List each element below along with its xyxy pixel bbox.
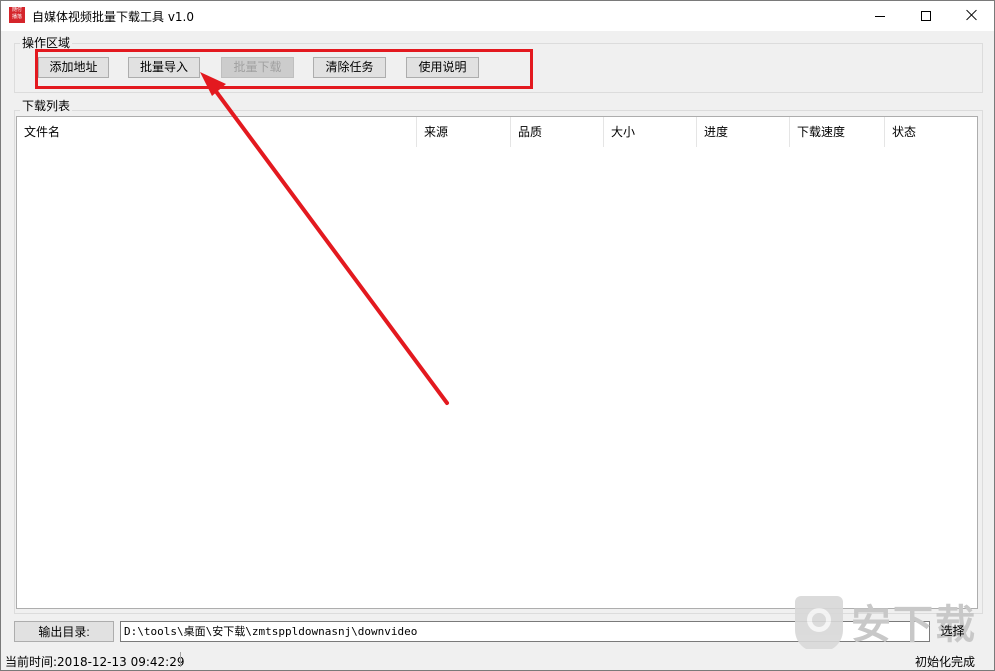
status-bar: 当前时间:2018-12-13 09:42:29 初始化完成 bbox=[1, 649, 994, 670]
minimize-button[interactable] bbox=[857, 1, 903, 31]
window-title: 自媒体视频批量下载工具 v1.0 bbox=[32, 10, 195, 24]
column-download-speed[interactable]: 下载速度 bbox=[790, 117, 885, 147]
app-icon: 随付 播落 bbox=[9, 7, 25, 23]
column-progress[interactable]: 进度 bbox=[697, 117, 790, 147]
status-separator bbox=[180, 652, 181, 667]
app-window: 随付 播落 自媒体视频批量下载工具 v1.0 操作区域 添加地址 批量导入 批量… bbox=[0, 0, 995, 671]
app-icon-line-1: 随付 bbox=[11, 7, 22, 13]
minimize-icon bbox=[875, 16, 885, 17]
output-directory-button[interactable]: 输出目录: bbox=[14, 621, 114, 642]
maximize-icon bbox=[921, 11, 931, 21]
column-source[interactable]: 来源 bbox=[417, 117, 511, 147]
title-bar[interactable]: 随付 播落 自媒体视频批量下载工具 v1.0 bbox=[1, 1, 994, 31]
list-header: 文件名 来源 品质 大小 进度 下载速度 状态 bbox=[17, 117, 977, 147]
watermark-shield-icon bbox=[795, 596, 843, 652]
annotation-highlight-box bbox=[35, 49, 533, 89]
column-size[interactable]: 大小 bbox=[604, 117, 697, 147]
maximize-button[interactable] bbox=[903, 1, 949, 31]
download-list-group-label: 下载列表 bbox=[20, 97, 73, 114]
choose-directory-button[interactable]: 选择 bbox=[936, 621, 969, 642]
status-message: 初始化完成 bbox=[915, 655, 976, 669]
app-icon-line-2: 播落 bbox=[11, 14, 22, 20]
column-filename[interactable]: 文件名 bbox=[17, 117, 417, 147]
close-icon bbox=[966, 9, 978, 21]
column-quality[interactable]: 品质 bbox=[511, 117, 604, 147]
column-status[interactable]: 状态 bbox=[885, 117, 947, 147]
close-button[interactable] bbox=[949, 1, 994, 31]
status-current-time: 当前时间:2018-12-13 09:42:29 bbox=[5, 655, 185, 669]
download-list-view[interactable]: 文件名 来源 品质 大小 进度 下载速度 状态 bbox=[16, 116, 978, 609]
